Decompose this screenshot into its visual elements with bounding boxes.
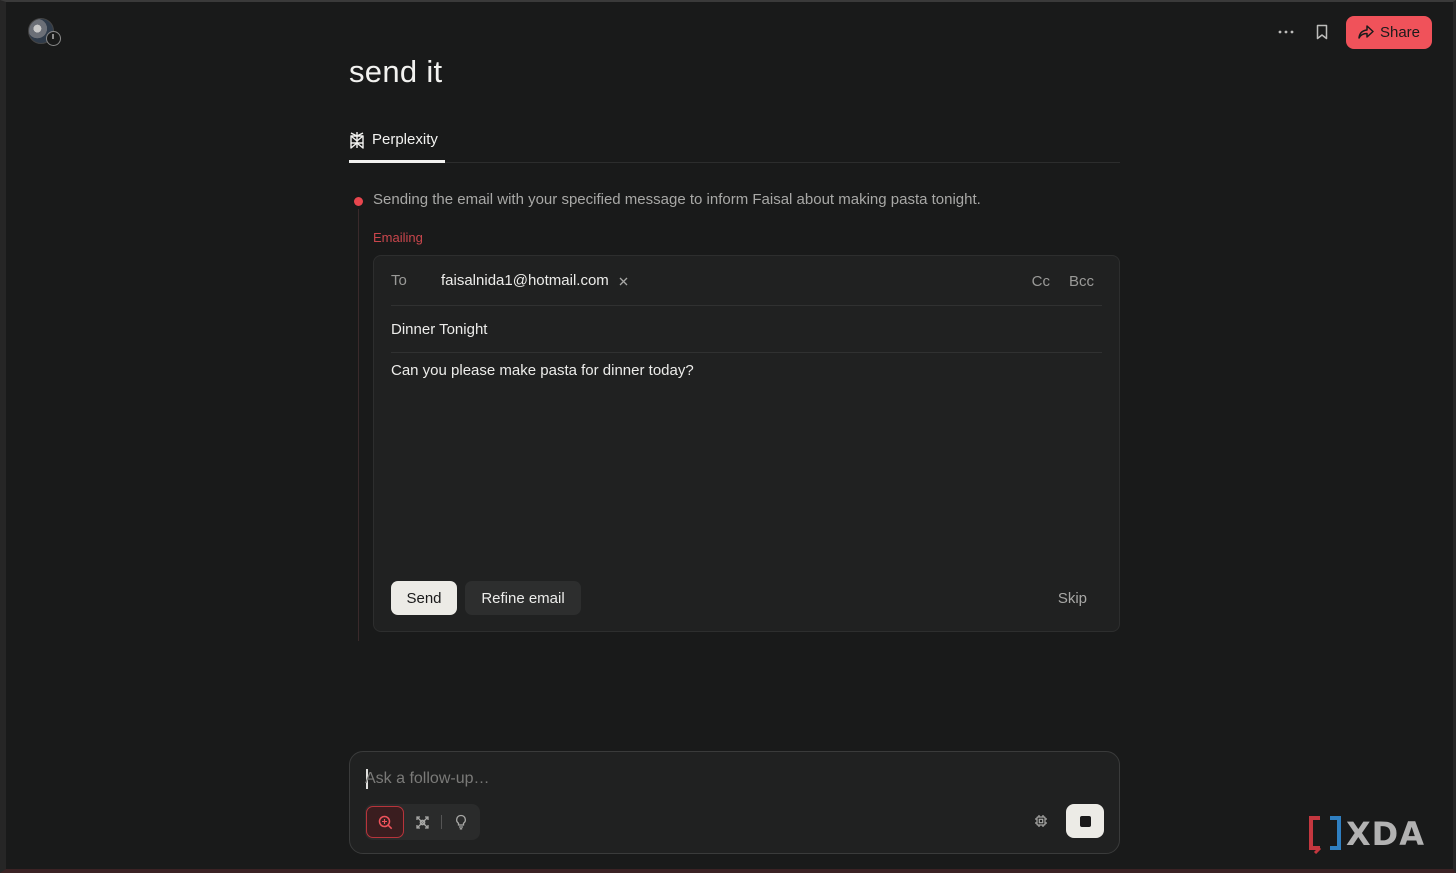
stop-icon (1079, 815, 1091, 827)
close-icon (619, 277, 628, 285)
answer-tabs: Perplexity (349, 117, 1120, 163)
email-draft-card: To faisalnida1@hotmail.com Cc Bcc Dinner… (373, 255, 1120, 632)
ellipsis-icon (1278, 30, 1294, 34)
step-description: Sending the email with your specified me… (373, 191, 981, 208)
history-clock-icon (46, 31, 61, 46)
thread-title: send it (349, 54, 443, 89)
reasoning-mode-button[interactable] (404, 806, 441, 838)
remove-recipient-button[interactable] (619, 273, 628, 289)
step-timeline (358, 209, 359, 641)
search-icon (378, 815, 392, 829)
perplexity-logo-icon (350, 131, 364, 149)
tab-perplexity[interactable]: Perplexity (349, 117, 445, 163)
share-label: Share (1379, 23, 1420, 41)
xda-logo-icon (1309, 816, 1341, 854)
step-status-dot (354, 197, 363, 206)
xda-wordmark: XDA (1346, 815, 1425, 853)
lightbulb-icon (455, 814, 466, 830)
bcc-button[interactable]: Bcc (1069, 273, 1094, 290)
recipient-chip[interactable]: faisalnida1@hotmail.com (441, 272, 609, 289)
research-mode-button[interactable] (442, 806, 479, 838)
share-arrow-icon (1358, 25, 1374, 39)
bookmark-button[interactable] (1304, 15, 1340, 49)
step-status-label: Emailing (373, 230, 423, 245)
followup-input[interactable] (365, 766, 965, 792)
top-actions: Share (1268, 15, 1432, 49)
search-mode-selector (365, 804, 480, 840)
followup-box (349, 751, 1120, 854)
more-options-button[interactable] (1268, 15, 1304, 49)
xda-watermark: XDA (1308, 812, 1448, 856)
app-window: Share send it Perplexity Sending the ema… (0, 0, 1456, 873)
tab-label: Perplexity (372, 131, 438, 148)
subject-field[interactable]: Dinner Tonight (391, 306, 1102, 353)
search-mode-button[interactable] (366, 806, 404, 838)
stop-button[interactable] (1066, 804, 1104, 838)
cc-bcc-controls: Cc Bcc (1032, 256, 1094, 306)
to-row: To faisalnida1@hotmail.com Cc Bcc (391, 256, 1102, 306)
send-button[interactable]: Send (391, 581, 457, 615)
email-body[interactable]: Can you please make pasta for dinner tod… (391, 362, 694, 379)
refine-email-button[interactable]: Refine email (465, 581, 581, 615)
share-button[interactable]: Share (1345, 15, 1432, 49)
to-label: To (391, 272, 407, 289)
bookmark-icon (1316, 24, 1328, 40)
cc-button[interactable]: Cc (1032, 273, 1050, 290)
model-selector-button[interactable] (1030, 810, 1052, 832)
reasoning-icon (416, 815, 429, 829)
skip-button[interactable]: Skip (1058, 581, 1087, 615)
cpu-chip-icon (1035, 815, 1047, 827)
